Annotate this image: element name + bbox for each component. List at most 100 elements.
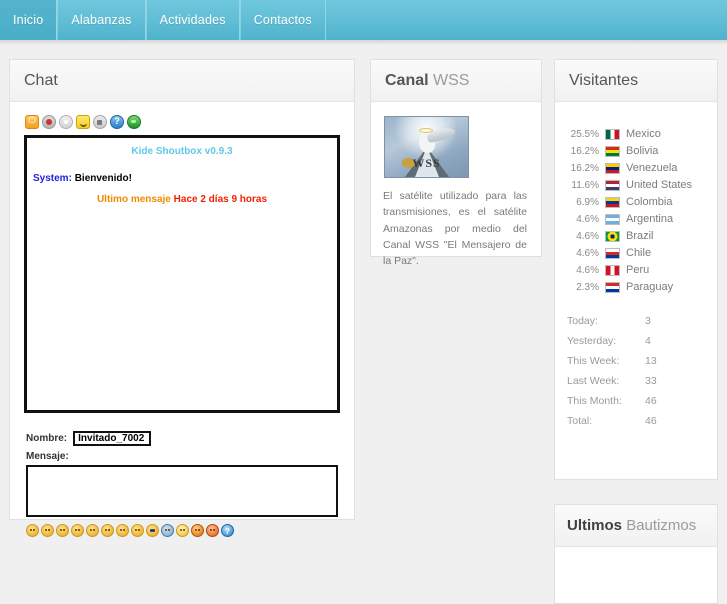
visitor-country-name: Colombia xyxy=(626,196,673,208)
visitor-country-name: Brazil xyxy=(626,230,654,242)
wss-logo-text: WSS xyxy=(412,156,441,170)
sound-icon[interactable] xyxy=(93,115,107,129)
visitor-country-name: Bolivia xyxy=(626,145,659,157)
name-input[interactable] xyxy=(73,431,152,446)
visitor-country-name: Paraguay xyxy=(626,281,674,293)
question-glyph: ? xyxy=(225,527,230,536)
nav-filler xyxy=(326,0,727,40)
bautizmos-panel-header: Ultimos Bautizmos xyxy=(555,505,717,547)
globe-icon[interactable] xyxy=(127,115,141,129)
country-flag-icon xyxy=(605,128,620,140)
emoticon-picker: ? xyxy=(26,524,342,537)
kiss-emoticon[interactable] xyxy=(191,524,204,537)
question-emoticon[interactable]: ? xyxy=(221,524,234,537)
visitor-country-row: 2.3% Paraguay xyxy=(567,281,705,293)
visitor-country-name: Peru xyxy=(626,264,650,276)
wss-title-strong: Canal xyxy=(385,71,429,89)
top-navigation-bar: Inicio Alabanzas Actividades Contactos xyxy=(0,0,727,41)
angry-emoticon[interactable] xyxy=(206,524,219,537)
visitor-stat-row: Last Week: 33 xyxy=(567,375,705,387)
visitantes-panel-title: Visitantes xyxy=(569,71,639,89)
country-flag-icon xyxy=(605,179,620,191)
visitor-percentage: 4.6% xyxy=(576,230,599,242)
visitor-percentage: 6.9% xyxy=(576,196,599,208)
shoutbox-version-title: Kide Shoutbox v0.9.3 xyxy=(131,146,233,157)
smile-emoticon[interactable] xyxy=(26,524,39,537)
wss-panel-body: WSS El satélite utilizado para las trans… xyxy=(371,102,541,279)
visitantes-panel-header: Visitantes xyxy=(555,60,717,102)
wink-emoticon[interactable] xyxy=(131,524,144,537)
canal-wss-panel: Canal WSS WSS El satélite utilizado para… xyxy=(370,59,542,267)
halo-graphic xyxy=(419,128,433,133)
visitor-stat-row: This Week: 13 xyxy=(567,355,705,367)
visitor-stat-value: 33 xyxy=(645,375,657,387)
visitor-country-row: 6.9% Colombia xyxy=(567,196,705,208)
ultimos-bautizmos-panel: Ultimos Bautizmos xyxy=(554,504,718,604)
visitor-country-row: 16.2% Venezuela xyxy=(567,162,705,174)
visitor-stat-label: This Month: xyxy=(567,395,622,407)
smiley-icon[interactable] xyxy=(76,115,90,129)
country-flag-icon xyxy=(605,247,620,259)
chat-panel-header: Chat xyxy=(10,60,354,102)
country-flag-icon xyxy=(605,145,620,157)
message-label: Mensaje: xyxy=(26,451,69,462)
visitor-stat-label: Last Week: xyxy=(567,375,620,387)
visitor-stat-row: Today: 3 xyxy=(567,315,705,327)
visitor-percentage: 25.5% xyxy=(570,128,599,140)
name-field-row: Nombre: xyxy=(26,431,342,446)
country-flag-icon xyxy=(605,162,620,174)
tongue-emoticon[interactable] xyxy=(71,524,84,537)
chat-panel: Chat Kide Shoutbox v0.9.3 System: Bienve… xyxy=(9,59,355,537)
last-message-value: Hace 2 días 9 horas xyxy=(173,194,268,205)
visitor-stat-row: Total: 46 xyxy=(567,415,705,427)
wss-description-text: El satélite utilizado para las transmisi… xyxy=(383,190,527,268)
confused-emoticon[interactable] xyxy=(101,524,114,537)
shocked-emoticon[interactable] xyxy=(116,524,129,537)
chat-panel-body: Kide Shoutbox v0.9.3 System: Bienvenido!… xyxy=(10,102,354,547)
cool-emoticon[interactable] xyxy=(161,524,174,537)
bautizmos-title-muted: Bautizmos xyxy=(626,517,697,534)
visitantes-panel-body: 25.5% Mexico 16.2% Bolivia 16.2% Venezuela 11.… xyxy=(555,102,717,447)
visitor-country-name: Mexico xyxy=(626,128,661,140)
country-flag-icon xyxy=(605,264,620,276)
nav-tab-contactos[interactable]: Contactos xyxy=(239,0,326,40)
nav-tab-inicio[interactable]: Inicio xyxy=(0,0,58,40)
visitor-country-name: United States xyxy=(626,179,693,191)
nav-tab-alabanzas[interactable]: Alabanzas xyxy=(57,0,146,40)
visitor-country-name: Argentina xyxy=(626,213,674,225)
country-flag-icon xyxy=(605,213,620,225)
sad-emoticon[interactable] xyxy=(41,524,54,537)
visitor-percentage: 4.6% xyxy=(576,264,599,276)
visitor-percentage: 4.6% xyxy=(576,247,599,259)
visitor-stat-value: 46 xyxy=(645,395,657,407)
chat-message-log[interactable]: Kide Shoutbox v0.9.3 System: Bienvenido!… xyxy=(24,135,340,413)
help-icon[interactable] xyxy=(110,115,124,129)
angel-emoticon[interactable] xyxy=(176,524,189,537)
visitor-country-row: 16.2% Bolivia xyxy=(567,145,705,157)
bautizmos-panel-title: Ultimos Bautizmos xyxy=(567,517,696,534)
gear-icon[interactable] xyxy=(59,115,73,129)
visitor-stat-label: This Week: xyxy=(567,355,620,367)
visitor-country-row: 4.6% Argentina xyxy=(567,213,705,225)
visitor-stat-label: Total: xyxy=(567,415,593,427)
visitor-country-name: Chile xyxy=(626,247,652,259)
block-icon[interactable] xyxy=(42,115,56,129)
wss-panel-title: Canal WSS xyxy=(385,72,469,90)
visitor-stat-label: Today: xyxy=(567,315,598,327)
message-separator: : xyxy=(68,173,72,184)
visitor-stat-label: Yesterday: xyxy=(567,335,617,347)
country-flag-icon xyxy=(605,196,620,208)
power-icon[interactable] xyxy=(25,115,39,129)
nav-tab-actividades[interactable]: Actividades xyxy=(145,0,240,40)
crazy-emoticon[interactable] xyxy=(146,524,159,537)
neutral-emoticon[interactable] xyxy=(56,524,69,537)
message-input[interactable] xyxy=(26,465,338,517)
name-label: Nombre: xyxy=(26,433,68,444)
visitor-country-row: 4.6% Brazil xyxy=(567,230,705,242)
visitor-percentage: 4.6% xyxy=(576,213,599,225)
visitor-stat-value: 3 xyxy=(645,315,651,327)
last-message-row: Ultimo mensaje Hace 2 días 9 horas xyxy=(33,194,331,205)
zipped-emoticon[interactable] xyxy=(86,524,99,537)
chat-toolbar xyxy=(22,112,342,135)
visitantes-panel: Visitantes 25.5% Mexico 16.2% Bolivia 16.2% V… xyxy=(554,59,718,480)
